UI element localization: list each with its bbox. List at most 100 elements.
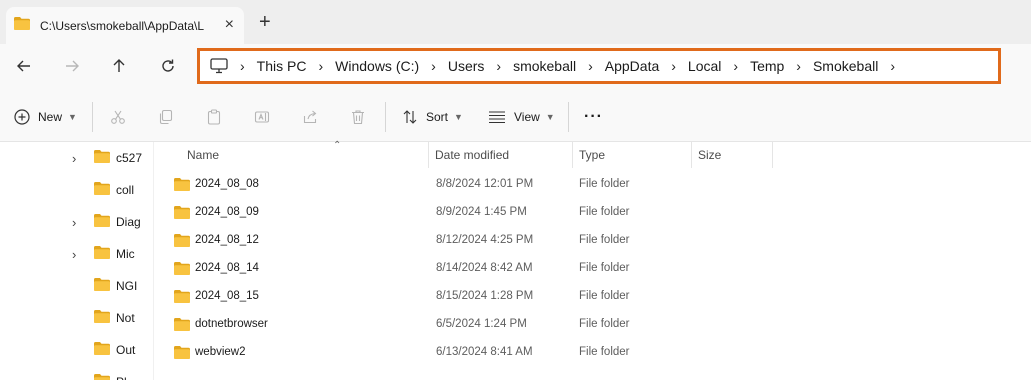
file-row[interactable]: webview2 6/13/2024 8:41 AM File folder xyxy=(170,339,782,367)
breadcrumb-appdata[interactable]: AppData xyxy=(605,58,659,74)
title-tab-bar: C:\Users\smokeball\AppData\L × + xyxy=(0,0,1031,44)
window-tab[interactable]: C:\Users\smokeball\AppData\L × xyxy=(6,7,244,44)
nav-tree-label: NGI xyxy=(116,279,138,293)
nav-tree-label: Mic xyxy=(116,247,135,261)
chevron-right-icon[interactable]: › xyxy=(659,58,688,74)
folder-icon xyxy=(174,346,190,362)
paste-button[interactable] xyxy=(206,92,222,142)
file-name: webview2 xyxy=(195,346,246,358)
nav-tree-item[interactable]: Not xyxy=(0,302,153,334)
breadcrumb-temp[interactable]: Temp xyxy=(750,58,784,74)
chevron-right-icon[interactable]: › xyxy=(484,58,513,74)
address-bar[interactable]: › This PC › Windows (C:) › Users › smoke… xyxy=(197,48,1001,84)
file-date-modified: 8/15/2024 1:28 PM xyxy=(436,290,534,302)
share-button[interactable] xyxy=(302,92,318,142)
file-date-modified: 8/12/2024 4:25 PM xyxy=(436,234,534,246)
nav-tree-item[interactable]: Pl xyxy=(0,366,153,380)
file-name: 2024_08_15 xyxy=(195,290,259,302)
folder-icon xyxy=(14,16,30,35)
file-date-modified: 6/13/2024 8:41 AM xyxy=(436,346,533,358)
column-header-type[interactable]: Type xyxy=(579,142,689,168)
toolbar-divider xyxy=(385,102,386,132)
nav-tree-item[interactable]: › Diag xyxy=(0,206,153,238)
chevron-down-icon: ▼ xyxy=(454,112,463,122)
refresh-button[interactable] xyxy=(156,56,180,80)
new-tab-button[interactable]: + xyxy=(259,11,271,33)
file-name: 2024_08_14 xyxy=(195,262,259,274)
chevron-right-icon[interactable]: › xyxy=(306,58,335,74)
cut-button[interactable] xyxy=(110,92,126,142)
chevron-right-icon[interactable]: › xyxy=(72,247,76,262)
folder-icon xyxy=(174,234,190,250)
file-row[interactable]: 2024_08_12 8/12/2024 4:25 PM File folder xyxy=(170,227,782,255)
view-button[interactable]: View ▼ xyxy=(488,92,555,142)
column-name-label: Name xyxy=(187,148,220,162)
column-divider[interactable] xyxy=(691,142,692,168)
breadcrumb-this-pc[interactable]: This PC xyxy=(257,58,307,74)
close-tab-icon[interactable]: × xyxy=(225,17,234,33)
column-header-size[interactable]: Size xyxy=(698,142,768,168)
file-date-modified: 8/14/2024 8:42 AM xyxy=(436,262,533,274)
breadcrumb-local[interactable]: Local xyxy=(688,58,721,74)
nav-tree-item[interactable]: coll xyxy=(0,174,153,206)
file-row[interactable]: 2024_08_15 8/15/2024 1:28 PM File folder xyxy=(170,283,782,311)
file-type: File folder xyxy=(579,290,630,302)
chevron-right-icon[interactable]: › xyxy=(72,215,76,230)
file-date-modified: 8/8/2024 12:01 PM xyxy=(436,178,534,190)
file-list: Name ⌃ Date modified Type Size 2024_08_0… xyxy=(154,140,1031,380)
forward-button[interactable] xyxy=(60,56,84,80)
file-row[interactable]: 2024_08_08 8/8/2024 12:01 PM File folder xyxy=(170,171,782,199)
breadcrumb-windows-c[interactable]: Windows (C:) xyxy=(335,58,419,74)
column-divider[interactable] xyxy=(572,142,573,168)
chevron-right-icon[interactable]: › xyxy=(419,58,448,74)
column-header-date-modified[interactable]: Date modified xyxy=(435,142,571,168)
chevron-right-icon[interactable]: › xyxy=(878,58,907,74)
arrow-right-icon xyxy=(64,58,80,79)
column-date-label: Date modified xyxy=(435,148,510,162)
sort-button[interactable]: Sort ▼ xyxy=(402,92,463,142)
column-type-label: Type xyxy=(579,148,606,162)
command-toolbar: New ▼ Sort ▼ View ▼ ··· xyxy=(0,92,1031,142)
toolbar-divider xyxy=(92,102,93,132)
chevron-right-icon[interactable]: › xyxy=(228,58,257,74)
breadcrumb-smokeball[interactable]: Smokeball xyxy=(813,58,878,74)
file-name: 2024_08_12 xyxy=(195,234,259,246)
chevron-right-icon[interactable]: › xyxy=(576,58,605,74)
sort-ascending-icon: ⌃ xyxy=(333,140,342,151)
nav-tree-item[interactable]: NGI xyxy=(0,270,153,302)
file-type: File folder xyxy=(579,178,630,190)
up-button[interactable] xyxy=(107,56,131,80)
file-row[interactable]: dotnetbrowser 6/5/2024 1:24 PM File folder xyxy=(170,311,782,339)
nav-tree-label: coll xyxy=(116,183,135,197)
file-name: 2024_08_08 xyxy=(195,178,259,190)
folder-icon xyxy=(174,318,190,334)
more-options-button[interactable]: ··· xyxy=(584,92,603,142)
file-row[interactable]: 2024_08_14 8/14/2024 8:42 AM File folder xyxy=(170,255,782,283)
nav-tree-label: Not xyxy=(116,311,135,325)
chevron-right-icon[interactable]: › xyxy=(784,58,813,74)
back-button[interactable] xyxy=(12,56,36,80)
rename-button[interactable] xyxy=(254,92,270,142)
rename-icon xyxy=(254,109,270,125)
column-divider[interactable] xyxy=(772,142,773,168)
trash-icon xyxy=(350,109,366,125)
nav-tree-item[interactable]: Out xyxy=(0,334,153,366)
copy-button[interactable] xyxy=(158,92,174,142)
breadcrumb-smokeball-user[interactable]: smokeball xyxy=(513,58,576,74)
nav-tree-item[interactable]: › c527 xyxy=(0,142,153,174)
column-header-name[interactable]: Name ⌃ xyxy=(187,140,427,168)
chevron-right-icon[interactable]: › xyxy=(721,58,750,74)
column-divider[interactable] xyxy=(428,142,429,168)
folder-icon xyxy=(94,374,110,380)
delete-button[interactable] xyxy=(350,92,366,142)
breadcrumb-users[interactable]: Users xyxy=(448,58,485,74)
share-icon xyxy=(302,109,318,125)
folder-icon xyxy=(174,206,190,222)
nav-tree-label: Pl xyxy=(116,375,127,380)
nav-tree-label: Out xyxy=(116,343,136,357)
computer-icon xyxy=(210,58,228,74)
file-row[interactable]: 2024_08_09 8/9/2024 1:45 PM File folder xyxy=(170,199,782,227)
chevron-right-icon[interactable]: › xyxy=(72,151,76,166)
nav-tree-item[interactable]: › Mic xyxy=(0,238,153,270)
new-button[interactable]: New ▼ xyxy=(14,92,77,142)
